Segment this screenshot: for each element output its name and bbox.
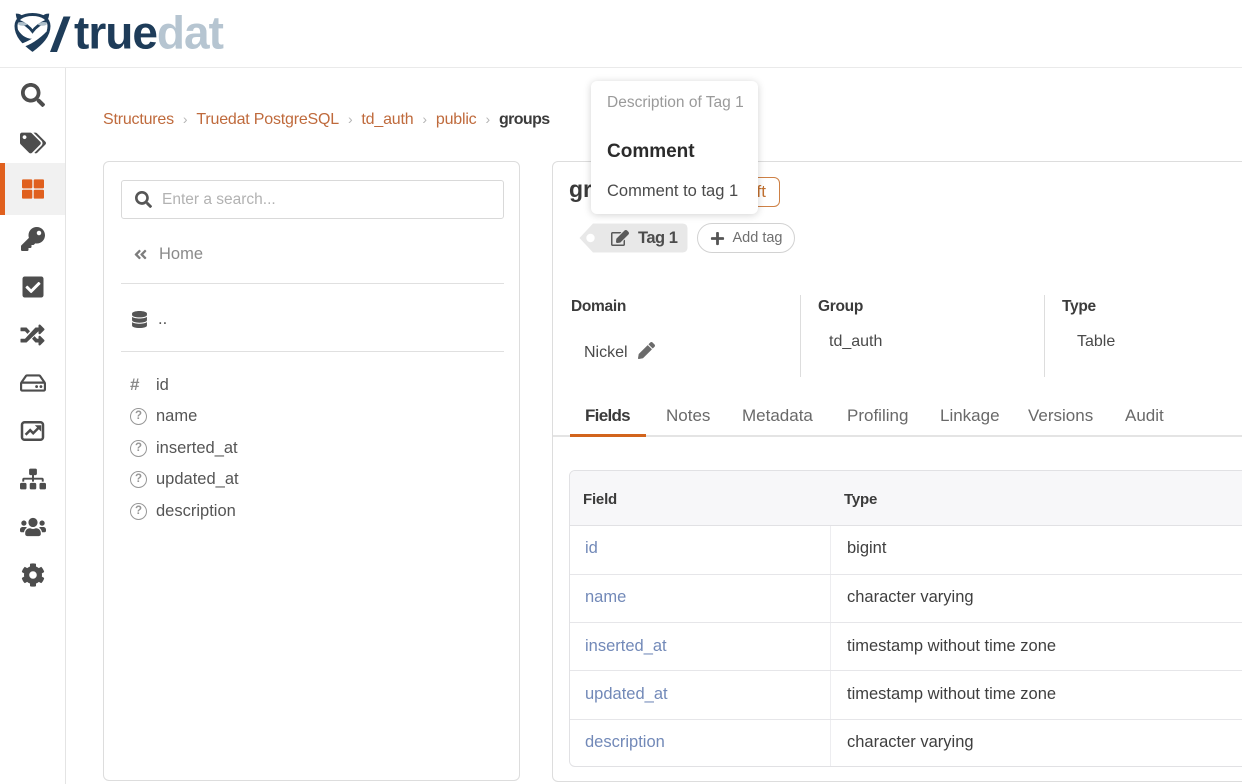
svg-text:truedat: truedat <box>74 7 224 59</box>
